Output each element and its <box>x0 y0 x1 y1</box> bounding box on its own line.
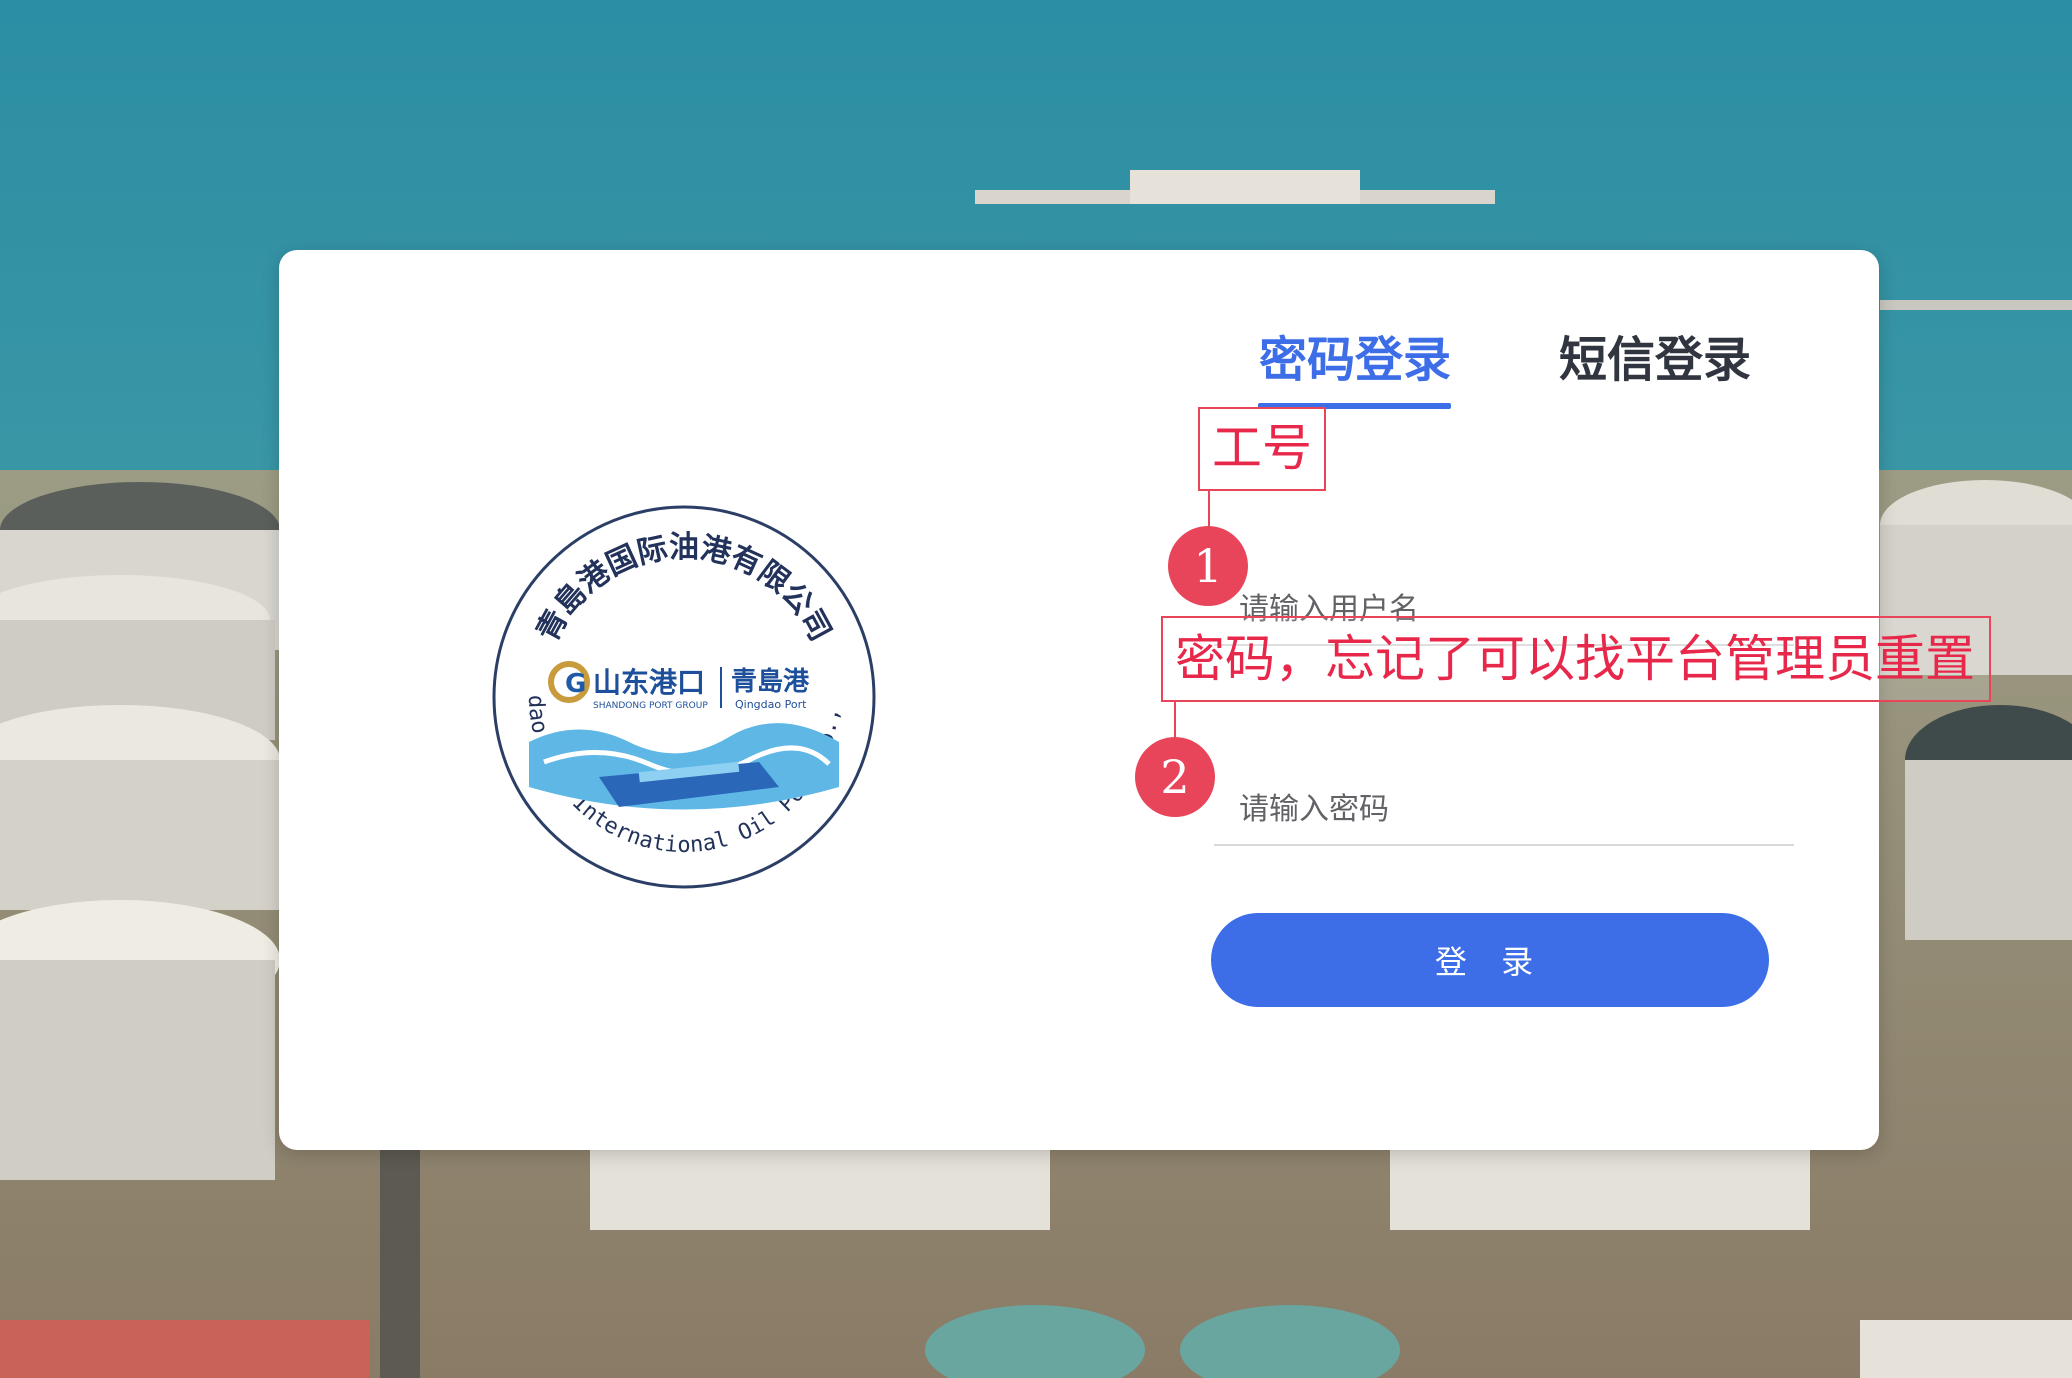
sub-en: Qingdao Port <box>735 698 807 711</box>
tab-password-login[interactable]: 密码登录 <box>1259 320 1451 390</box>
annotation-1-connector <box>1208 491 1210 531</box>
brand-en: SHANDONG PORT GROUP <box>593 701 708 711</box>
password-input[interactable] <box>1214 774 1794 846</box>
annotation-badge-1: 1 <box>1168 526 1248 606</box>
svg-text:G: G <box>565 669 586 699</box>
login-card: 青島港国际油港有限公司 Qingdao Port International O… <box>279 250 1991 1150</box>
company-seal-logo: 青島港国际油港有限公司 Qingdao Port International O… <box>482 483 879 892</box>
annotation-label-employee-id: 工号 <box>1198 407 1326 491</box>
sub-cn: 青島港 <box>731 667 810 697</box>
brand-cn: 山东港口 <box>593 666 705 699</box>
annotation-label-password: 密码，忘记了可以找平台管理员重置 <box>1161 616 1991 702</box>
annotation-2-connector <box>1174 702 1176 742</box>
tab-sms-login[interactable]: 短信登录 <box>1559 320 1751 390</box>
login-button[interactable]: 登 录 <box>1211 913 1769 1007</box>
annotation-badge-2: 2 <box>1135 737 1215 817</box>
